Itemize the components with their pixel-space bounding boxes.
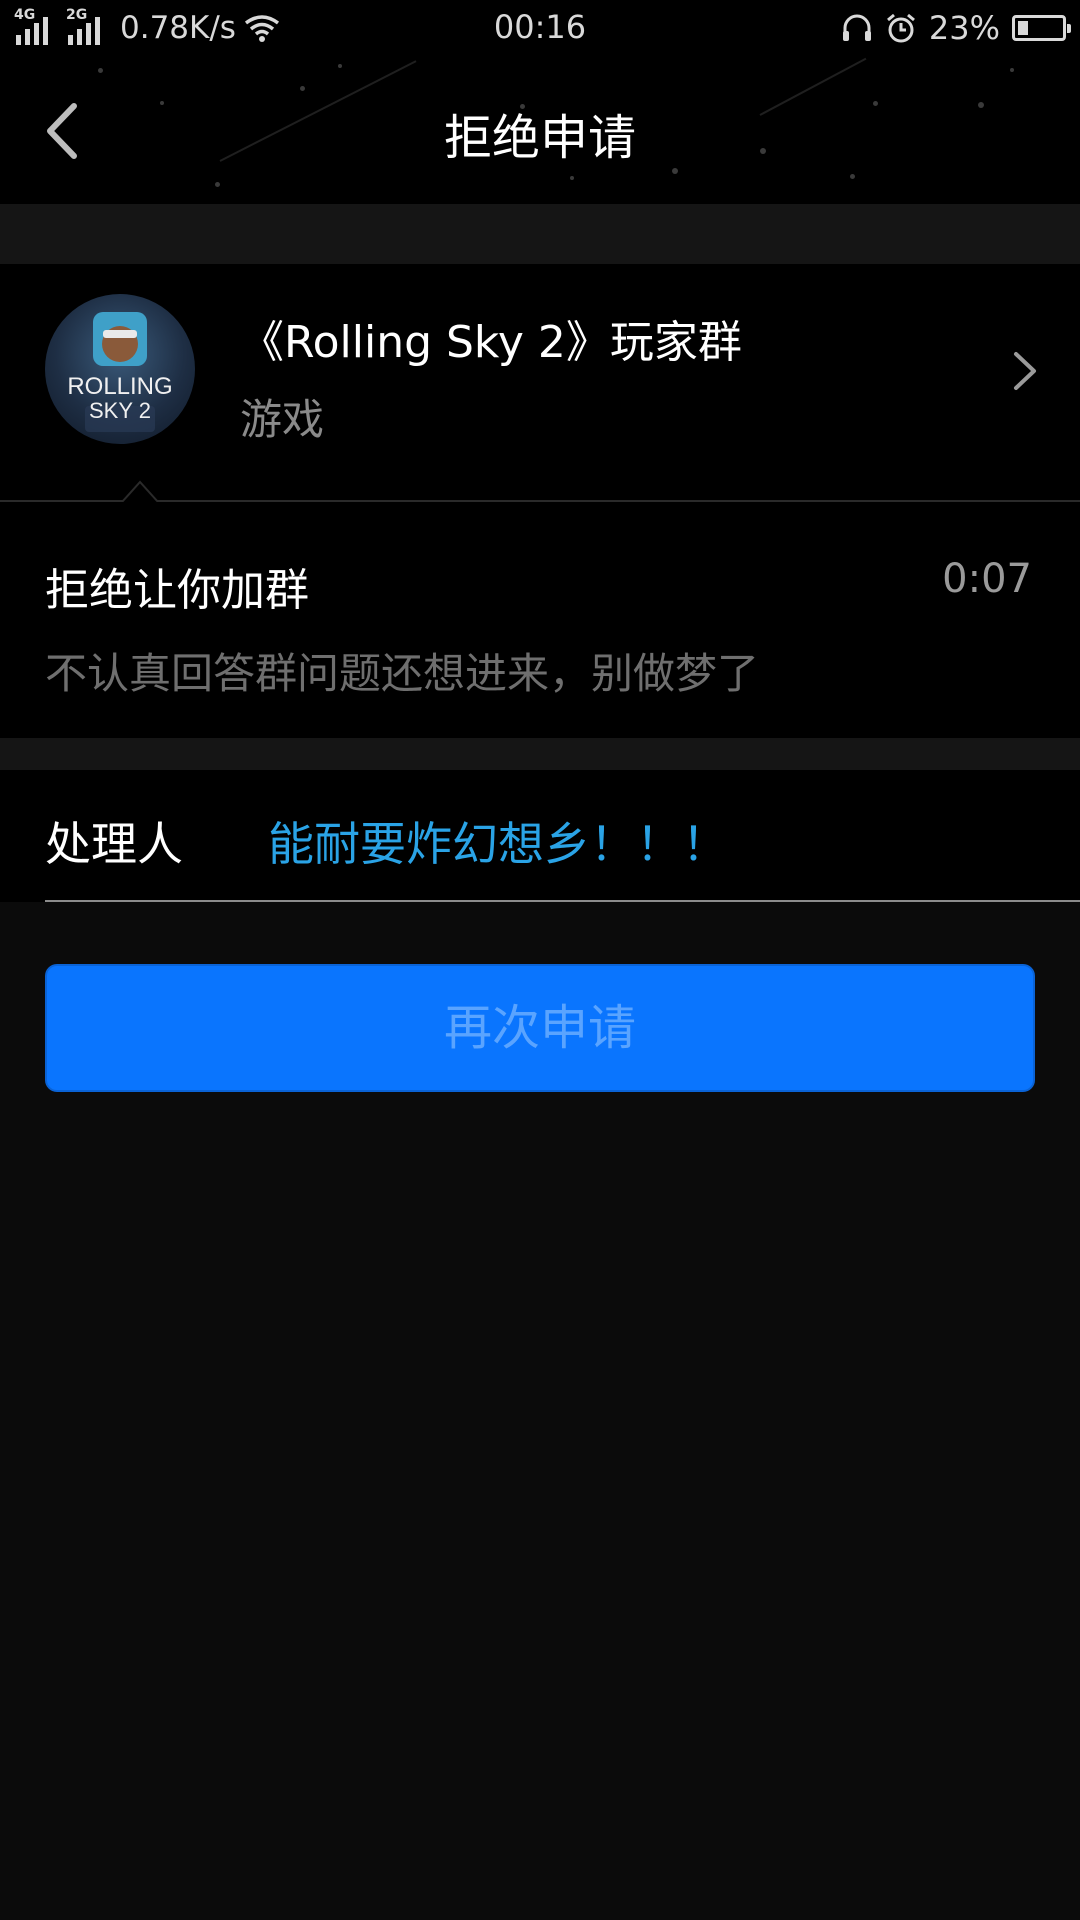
avatar-logo-line1: ROLLING (67, 373, 172, 400)
group-name: 《Rolling Sky 2》玩家群 (240, 317, 742, 368)
status-bar: 4G 2G 0.78K/s 00:16 23% (0, 0, 1080, 56)
avatar-logo-line2: SKY 2 (89, 398, 151, 423)
rejection-title: 拒绝让你加群 (45, 565, 309, 616)
battery-percent: 23% (928, 9, 1000, 47)
page: 4G 2G 0.78K/s 00:16 23% 拒绝申请 ROLLING SKY… (0, 0, 1080, 1920)
status-right: 23% (841, 8, 1071, 48)
nav-header: 拒绝申请 (0, 56, 1080, 204)
rejection-message-block: 拒绝让你加群 0:07 不认真回答群问题还想进来，别做梦了 (0, 502, 1080, 738)
reapply-button[interactable]: 再次申请 (45, 964, 1035, 1092)
battery-icon (1012, 15, 1071, 41)
section-spacer-2 (0, 738, 1080, 770)
group-avatar: ROLLING SKY 2 (45, 294, 195, 444)
rejection-time: 0:07 (942, 556, 1032, 602)
alarm-icon (886, 13, 915, 43)
rolling-sky-logo-icon: ROLLING SKY 2 (67, 312, 173, 432)
rejection-reason: 不认真回答群问题还想进来，别做梦了 (45, 649, 760, 698)
handler-row: 处理人 能耐要炸幻想乡！！！ (0, 770, 1080, 902)
section-spacer (0, 204, 1080, 264)
handler-label: 处理人 (45, 817, 183, 871)
group-info-row[interactable]: ROLLING SKY 2 《Rolling Sky 2》玩家群 游戏 (0, 264, 1080, 503)
chevron-right-icon (1014, 352, 1036, 390)
page-title: 拒绝申请 (443, 110, 636, 166)
headphone-icon (842, 14, 871, 41)
divider-line (45, 900, 1080, 902)
handler-name-link[interactable]: 能耐要炸幻想乡！！！ (268, 808, 728, 874)
group-category: 游戏 (240, 395, 325, 444)
